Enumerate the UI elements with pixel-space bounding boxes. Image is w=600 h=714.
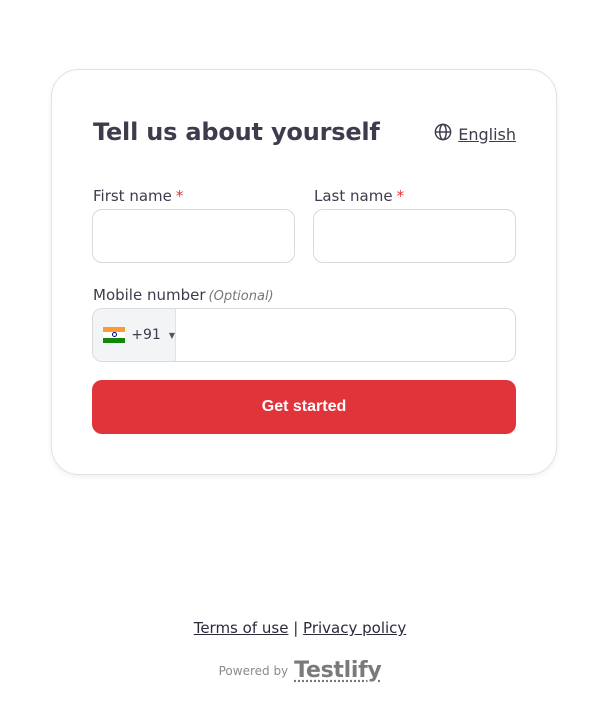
mobile-label-text: Mobile number bbox=[93, 286, 206, 304]
language-selector[interactable]: English bbox=[434, 123, 516, 145]
first-name-input[interactable] bbox=[92, 209, 295, 263]
country-code-selector[interactable]: +91 ▼ bbox=[93, 309, 176, 361]
page-title: Tell us about yourself bbox=[93, 118, 380, 146]
required-mark: * bbox=[396, 187, 405, 205]
india-flag-icon bbox=[103, 327, 126, 343]
mobile-field: +91 ▼ bbox=[92, 308, 516, 362]
last-name-label-text: Last name bbox=[314, 187, 393, 205]
last-name-input[interactable] bbox=[313, 209, 516, 263]
language-label: English bbox=[458, 124, 516, 144]
globe-icon bbox=[434, 123, 452, 145]
optional-hint: (Optional) bbox=[208, 289, 274, 304]
first-name-label-text: First name bbox=[93, 187, 172, 205]
powered-by: Powered by Testlify bbox=[0, 658, 600, 683]
first-name-label: First name * bbox=[93, 187, 183, 205]
mobile-number-input[interactable] bbox=[176, 309, 515, 361]
terms-link[interactable]: Terms of use bbox=[194, 619, 289, 637]
privacy-link[interactable]: Privacy policy bbox=[303, 619, 406, 637]
get-started-button[interactable]: Get started bbox=[92, 380, 516, 434]
caret-down-icon: ▼ bbox=[168, 330, 175, 340]
mobile-label: Mobile number (Optional) bbox=[93, 286, 274, 304]
powered-by-label: Powered by bbox=[218, 663, 289, 678]
brand-logo[interactable]: Testlify bbox=[294, 658, 382, 683]
required-mark: * bbox=[175, 187, 184, 205]
dial-code: +91 bbox=[131, 327, 161, 343]
signup-card: Tell us about yourself English First nam… bbox=[51, 69, 557, 475]
last-name-label: Last name * bbox=[314, 187, 404, 205]
footer-links: Terms of use | Privacy policy bbox=[0, 619, 600, 637]
footer-separator: | bbox=[293, 619, 299, 637]
